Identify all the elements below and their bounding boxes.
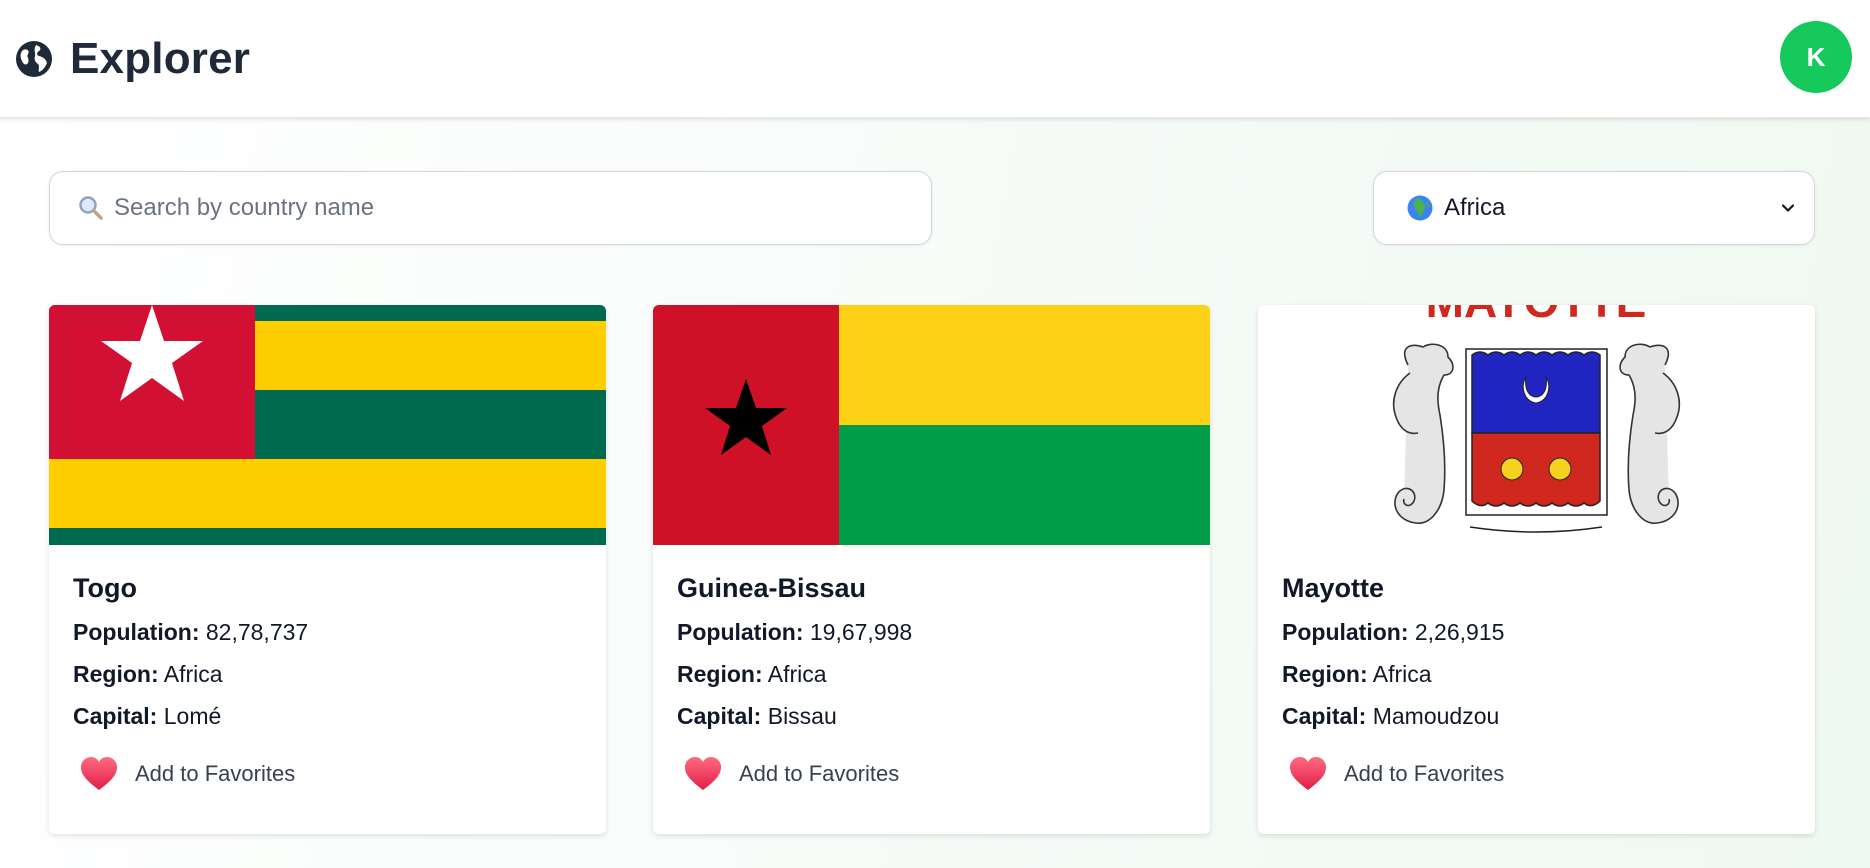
capital-value: Bissau bbox=[767, 703, 837, 729]
region-label: Region: bbox=[677, 661, 763, 687]
search-input[interactable] bbox=[114, 194, 914, 222]
capital-label: Capital: bbox=[73, 703, 158, 729]
heart-icon bbox=[81, 757, 117, 790]
capital-row: Capital: Mamoudzou bbox=[1282, 702, 1791, 730]
country-card[interactable]: Togo Population: 82,78,737 Region: Afric… bbox=[49, 305, 606, 834]
region-row: Region: Africa bbox=[73, 660, 582, 688]
region-label: Region: bbox=[73, 661, 159, 687]
add-to-favorites-button[interactable]: Add to Favorites bbox=[73, 756, 582, 792]
mayotte-flag: MAYOTTE bbox=[1258, 305, 1815, 545]
country-card[interactable]: MAYOTTE Mayotte Population: 2,26,915 Reg… bbox=[1258, 305, 1815, 834]
togo-flag bbox=[49, 305, 606, 545]
guinea-bissau-flag bbox=[653, 305, 1210, 545]
app-title: Explorer bbox=[70, 33, 251, 83]
capital-label: Capital: bbox=[677, 703, 762, 729]
region-value: Africa bbox=[163, 661, 223, 687]
population-value: 82,78,737 bbox=[205, 619, 309, 645]
population-row: Population: 19,67,998 bbox=[677, 618, 1186, 646]
globe-icon bbox=[16, 40, 52, 77]
region-row: Region: Africa bbox=[1282, 660, 1791, 688]
search-box bbox=[49, 171, 932, 245]
search-icon bbox=[79, 196, 103, 220]
avatar[interactable]: K bbox=[1780, 21, 1852, 93]
population-label: Population: bbox=[1282, 619, 1409, 645]
mayotte-flag-text: MAYOTTE bbox=[1426, 305, 1647, 327]
capital-row: Capital: Lomé bbox=[73, 702, 582, 730]
add-to-favorites-label: Add to Favorites bbox=[1344, 761, 1505, 786]
navbar: Explorer K bbox=[0, 0, 1870, 118]
add-to-favorites-button[interactable]: Add to Favorites bbox=[677, 756, 1186, 792]
population-row: Population: 82,78,737 bbox=[73, 618, 582, 646]
country-name: Mayotte bbox=[1282, 573, 1385, 603]
heart-icon bbox=[685, 757, 721, 790]
population-row: Population: 2,26,915 bbox=[1282, 618, 1791, 646]
capital-value: Lomé bbox=[163, 703, 222, 729]
region-select[interactable]: Africa bbox=[1373, 171, 1815, 245]
brand[interactable]: Explorer bbox=[14, 34, 250, 84]
add-to-favorites-label: Add to Favorites bbox=[135, 761, 296, 786]
region-row: Region: Africa bbox=[677, 660, 1186, 688]
country-card[interactable]: Guinea-Bissau Population: 19,67,998 Regi… bbox=[653, 305, 1210, 834]
country-name: Togo bbox=[73, 573, 137, 603]
population-value: 2,26,915 bbox=[1414, 619, 1505, 645]
globe-africa-icon bbox=[1407, 195, 1433, 221]
country-name: Guinea-Bissau bbox=[677, 573, 867, 603]
capital-value: Mamoudzou bbox=[1372, 703, 1500, 729]
population-value: 19,67,998 bbox=[809, 619, 913, 645]
region-select-value: Africa bbox=[1444, 194, 1506, 221]
population-label: Population: bbox=[73, 619, 200, 645]
capital-label: Capital: bbox=[1282, 703, 1367, 729]
capital-row: Capital: Bissau bbox=[677, 702, 1186, 730]
chevron-down-icon bbox=[1781, 204, 1795, 212]
heart-icon bbox=[1290, 757, 1326, 790]
region-label: Region: bbox=[1282, 661, 1368, 687]
add-to-favorites-button[interactable]: Add to Favorites bbox=[1282, 756, 1791, 792]
region-value: Africa bbox=[767, 661, 827, 687]
population-label: Population: bbox=[677, 619, 804, 645]
add-to-favorites-label: Add to Favorites bbox=[739, 761, 900, 786]
region-value: Africa bbox=[1372, 661, 1432, 687]
